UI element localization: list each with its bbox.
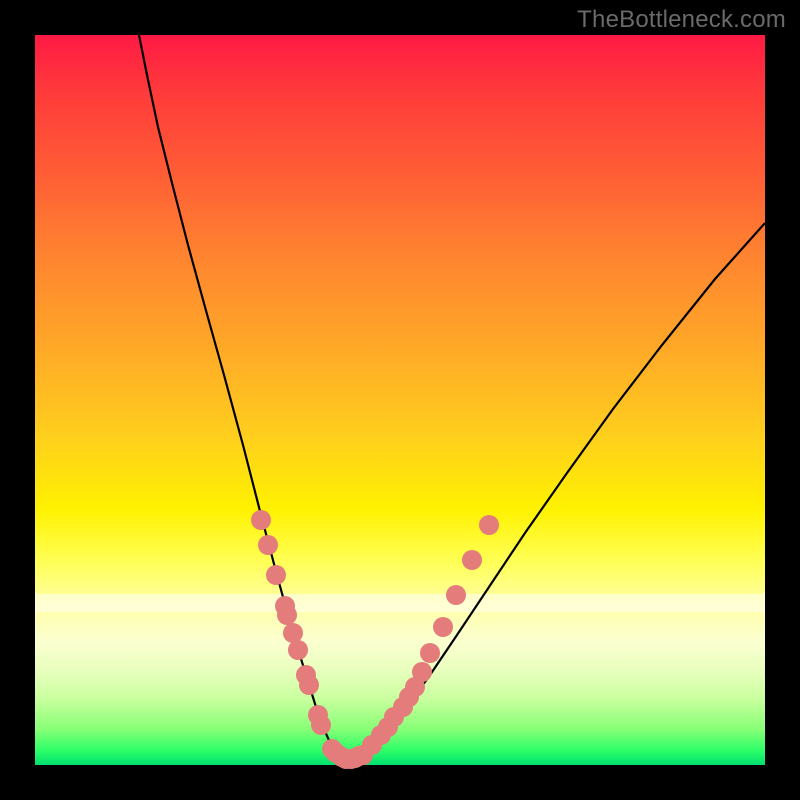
chart-frame: TheBottleneck.com bbox=[0, 0, 800, 800]
curve-marker bbox=[446, 585, 466, 605]
curve-marker bbox=[412, 662, 432, 682]
bottleneck-curve bbox=[139, 35, 765, 759]
curve-marker bbox=[420, 643, 440, 663]
watermark-text: TheBottleneck.com bbox=[577, 6, 786, 34]
curve-marker bbox=[251, 510, 271, 530]
curve-marker bbox=[288, 640, 308, 660]
curve-marker bbox=[479, 515, 499, 535]
curve-marker bbox=[283, 623, 303, 643]
curve-marker-group bbox=[251, 510, 499, 769]
curve-marker bbox=[311, 715, 331, 735]
curve-marker bbox=[299, 675, 319, 695]
plot-area bbox=[35, 35, 765, 765]
curve-marker bbox=[277, 605, 297, 625]
chart-svg bbox=[35, 35, 765, 765]
curve-marker bbox=[266, 565, 286, 585]
curve-marker bbox=[433, 617, 453, 637]
curve-marker bbox=[462, 550, 482, 570]
curve-marker bbox=[258, 535, 278, 555]
